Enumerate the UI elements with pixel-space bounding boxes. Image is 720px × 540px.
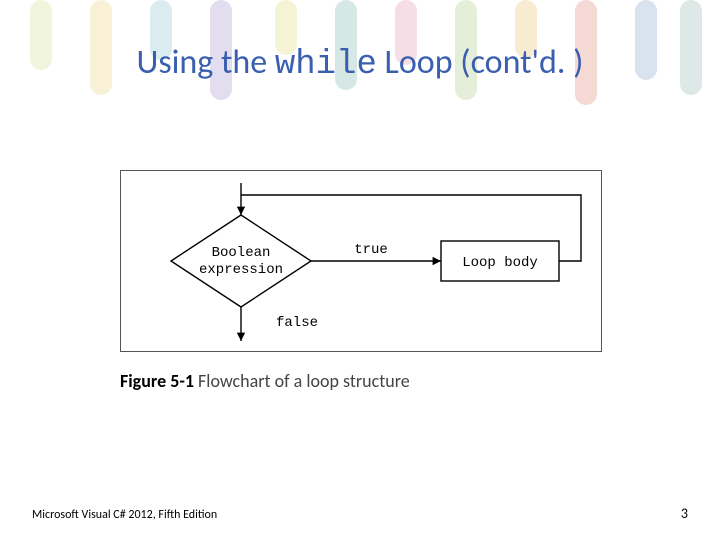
- footer-page-number: 3: [681, 505, 688, 522]
- flowchart-figure: Boolean expression true Loop body false: [120, 170, 602, 352]
- figure-caption: Figure 5-1 Flowchart of a loop structure: [120, 370, 410, 392]
- decision-node: [171, 215, 311, 307]
- figure-caption-text: Flowchart of a loop structure: [194, 370, 410, 392]
- title-keyword: while: [275, 46, 377, 84]
- slide-title: Using the while Loop (cont'd. ): [0, 42, 720, 84]
- title-suffix: Loop (cont'd. ): [377, 42, 584, 83]
- loop-body-label: Loop body: [462, 255, 538, 271]
- decision-label-line1: Boolean: [212, 245, 271, 261]
- false-label: false: [276, 315, 318, 331]
- title-prefix: Using the: [137, 42, 275, 83]
- figure-number: Figure 5-1: [120, 370, 194, 392]
- footer-source: Microsoft Visual C# 2012, Fifth Edition: [32, 508, 217, 522]
- true-label: true: [354, 242, 388, 258]
- decision-label-line2: expression: [199, 262, 283, 278]
